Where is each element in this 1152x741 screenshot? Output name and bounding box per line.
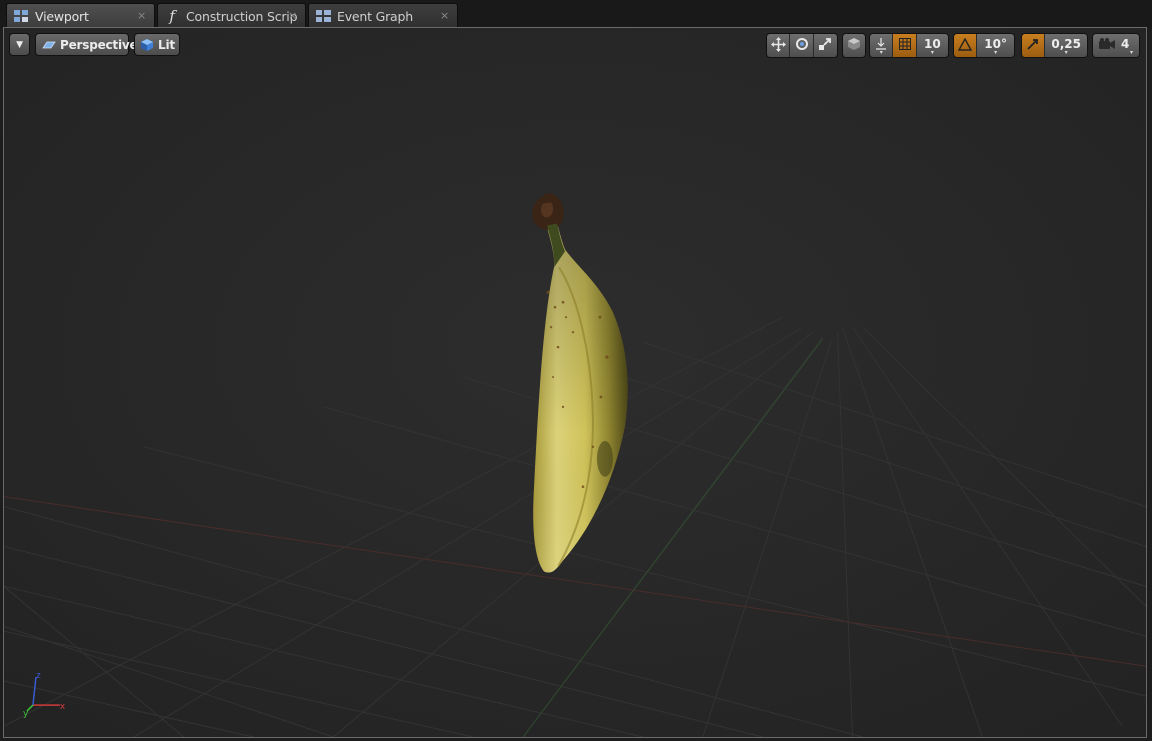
lit-cube-icon <box>140 38 154 52</box>
svg-text:x: x <box>60 702 66 712</box>
rotation-snap-dropdown[interactable]: 10° ▾ <box>977 34 1014 57</box>
world-local-group <box>842 33 866 58</box>
camera-speed-group: 4 ▾ <box>1092 33 1140 58</box>
rotate-mode-button[interactable] <box>790 34 814 57</box>
angle-icon <box>957 37 973 54</box>
scale-mode-button[interactable] <box>813 34 837 57</box>
viewport-scene[interactable]: x z y <box>4 28 1146 737</box>
tab-event-graph[interactable]: Event Graph × <box>308 3 458 28</box>
viewport-grid-icon <box>13 8 29 24</box>
svg-text:z: z <box>36 671 41 681</box>
scale-snap-toggle[interactable] <box>1022 34 1046 57</box>
grid-snap-size-dropdown[interactable]: 10 ▾ <box>916 34 948 57</box>
event-graph-icon <box>315 8 331 24</box>
close-icon[interactable]: × <box>440 9 449 22</box>
rotation-snap-toggle[interactable] <box>954 34 978 57</box>
translate-mode-button[interactable] <box>767 34 791 57</box>
function-icon: f <box>169 7 175 25</box>
rotate-icon <box>795 37 809 54</box>
tab-viewport[interactable]: Viewport × <box>6 3 155 28</box>
rotation-snap-group: 10° ▾ <box>953 33 1015 58</box>
tab-construction-script[interactable]: f Construction Scrip × <box>157 3 306 28</box>
document-tab-strip: Viewport × f Construction Scrip × Event … <box>0 0 1152 28</box>
viewport-options-menu-button[interactable]: ▼ <box>9 33 30 56</box>
world-cube-icon <box>847 37 861 54</box>
grid-icon <box>898 38 911 53</box>
camera-speed-value: 4 <box>1121 37 1130 51</box>
transform-mode-group <box>766 33 838 58</box>
close-icon[interactable]: × <box>137 9 146 22</box>
view-mode-button[interactable]: Perspective <box>35 33 138 56</box>
scale-icon <box>818 37 832 54</box>
svg-text:y: y <box>23 709 29 719</box>
scale-snap-dropdown[interactable]: 0,25 ▾ <box>1045 34 1087 57</box>
lighting-label: Lit <box>158 37 175 52</box>
chevron-down-icon: ▼ <box>16 39 23 50</box>
level-viewport[interactable]: x z y ▼ Perspective Lit ▾ 10 ▾ 10° ▾ 0,2… <box>3 27 1147 738</box>
grid-snap-toggle[interactable] <box>893 34 917 57</box>
camera-speed-dropdown[interactable]: 4 ▾ <box>1093 34 1139 57</box>
camera-icon <box>1099 38 1115 53</box>
translate-arrows-icon <box>770 36 786 55</box>
scale-snap-icon <box>1027 38 1039 53</box>
scale-snap-group: 0,25 ▾ <box>1021 33 1088 58</box>
view-mode-label: Perspective <box>60 37 138 52</box>
surface-snap-button[interactable]: ▾ <box>870 34 894 57</box>
coordinate-system-button[interactable] <box>843 34 865 57</box>
tab-label: Construction Scrip <box>186 8 298 24</box>
perspective-camera-icon <box>42 40 56 50</box>
grid-snap-group: ▾ 10 ▾ <box>869 33 949 58</box>
close-icon[interactable]: × <box>288 9 297 22</box>
tab-label: Event Graph <box>337 8 413 24</box>
view-lighting-button[interactable]: Lit <box>134 33 180 56</box>
tab-label: Viewport <box>35 8 89 24</box>
